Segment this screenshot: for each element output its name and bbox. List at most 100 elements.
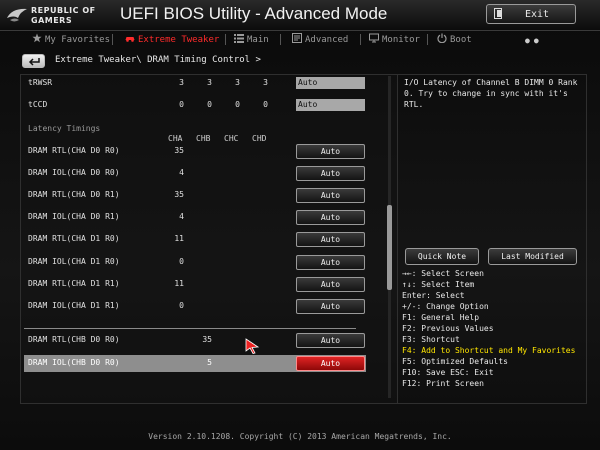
hotkey-item: F1: General Help [402, 313, 480, 322]
latency-row[interactable]: DRAM RTL(CHA D1 R1) 11 Auto [24, 276, 366, 293]
app-title: UEFI BIOS Utility - Advanced Mode [120, 4, 388, 23]
setting-label: DRAM IOL(CHB D0 R0) [28, 358, 120, 367]
value-cha: 35 [174, 190, 184, 199]
setting-label: DRAM IOL(CHA D0 R1) [28, 212, 120, 221]
value-cha: 0 [179, 301, 184, 310]
setting-label: DRAM IOL(CHA D1 R0) [28, 257, 120, 266]
help-description: I/O Latency of Channel B DIMM 0 Rank 0. … [404, 78, 578, 109]
setting-row-trwsr[interactable]: tRWSR 3 3 3 3 Auto [24, 75, 366, 92]
setting-input[interactable]: Auto [296, 77, 365, 89]
value-chc: 3 [235, 78, 240, 87]
auto-button[interactable]: Auto [296, 333, 365, 348]
value-chd: 0 [263, 100, 268, 109]
hotkey-item: →←: Select Screen [402, 269, 484, 278]
value-chb: 35 [202, 335, 212, 344]
tab-divider [225, 34, 226, 45]
tab-my-favorites[interactable]: My Favorites [32, 33, 110, 47]
brand-line1: REPUBLIC OF [31, 6, 96, 15]
back-arrow-icon [28, 58, 40, 66]
latency-row[interactable]: DRAM IOL(CHA D0 R1) 4 Auto [24, 209, 366, 226]
tab-divider [360, 34, 361, 45]
auto-button[interactable]: Auto [296, 277, 365, 292]
auto-button-active[interactable]: Auto [296, 356, 365, 371]
latency-row[interactable]: DRAM IOL(CHA D0 R0) 4 Auto [24, 165, 366, 182]
auto-button[interactable]: Auto [296, 144, 365, 159]
advanced-icon [292, 33, 302, 43]
column-header-cha: CHA [168, 134, 183, 143]
brand-line2: GAMERS [31, 16, 73, 25]
tab-monitor[interactable]: Monitor [369, 33, 420, 47]
value-chd: 3 [263, 78, 268, 87]
value-cha: 35 [174, 146, 184, 155]
latency-row[interactable]: DRAM IOL(CHA D1 R1) 0 Auto [24, 298, 366, 315]
section-divider [24, 328, 356, 329]
auto-button[interactable]: Auto [296, 232, 365, 247]
latency-row-selected[interactable]: DRAM IOL(CHB D0 R0) 5 Auto [24, 355, 366, 372]
power-icon [437, 33, 447, 43]
setting-row-tccd[interactable]: tCCD 0 0 0 0 Auto [24, 97, 366, 114]
value-chb: 5 [207, 358, 212, 367]
tab-label: My Favorites [45, 35, 111, 45]
setting-label: DRAM RTL(CHA D0 R0) [28, 146, 120, 155]
tab-advanced[interactable]: Advanced [292, 33, 348, 47]
tab-divider [427, 34, 428, 45]
rog-logo: REPUBLIC OF GAMERS [4, 3, 114, 27]
scrollbar-thumb[interactable] [387, 205, 392, 290]
back-button[interactable] [22, 54, 45, 68]
value-cha: 3 [179, 78, 184, 87]
tab-label: Main [247, 35, 269, 45]
auto-button[interactable]: Auto [296, 166, 365, 181]
hotkey-item: F3: Shortcut [402, 335, 460, 344]
bios-screen: REPUBLIC OF GAMERS UEFI BIOS Utility - A… [0, 0, 600, 450]
tab-extreme-tweaker[interactable]: Extreme Tweaker [125, 33, 219, 47]
value-cha: 0 [179, 100, 184, 109]
list-icon [234, 34, 244, 43]
section-heading: Latency Timings [28, 124, 101, 133]
column-header-chb: CHB [196, 134, 211, 143]
setting-label: DRAM RTL(CHA D0 R1) [28, 190, 120, 199]
tab-main[interactable]: Main [234, 33, 269, 47]
latency-row[interactable]: DRAM RTL(CHA D0 R1) 35 Auto [24, 187, 366, 204]
setting-input[interactable]: Auto [296, 99, 365, 111]
latency-row[interactable]: DRAM IOL(CHA D1 R0) 0 Auto [24, 254, 366, 271]
value-cha: 11 [174, 279, 184, 288]
setting-label: tCCD [28, 100, 48, 109]
auto-button[interactable]: Auto [296, 255, 365, 270]
tab-boot[interactable]: Boot [437, 33, 472, 47]
monitor-icon [369, 33, 379, 43]
setting-label: DRAM IOL(CHA D0 R0) [28, 168, 120, 177]
auto-button[interactable]: Auto [296, 188, 365, 203]
hotkey-item: ↑↓: Select Item [402, 280, 475, 289]
header-bar: REPUBLIC OF GAMERS UEFI BIOS Utility - A… [0, 0, 600, 31]
value-cha: 4 [179, 168, 184, 177]
rog-eye-icon [7, 8, 27, 22]
latency-row[interactable]: DRAM RTL(CHA D1 R0) 11 Auto [24, 231, 366, 248]
tab-divider [280, 34, 281, 45]
hotkey-item: +/-: Change Option [402, 302, 489, 311]
setting-label: tRWSR [28, 78, 53, 87]
tab-label: Monitor [382, 35, 420, 45]
car-icon [125, 37, 135, 42]
hotkey-list: →←: Select Screen ↑↓: Select Item Enter:… [402, 268, 592, 389]
exit-icon [494, 8, 502, 19]
hotkey-item: Enter: Select [402, 291, 465, 300]
tab-label: Boot [450, 35, 472, 45]
hotkey-item: F12: Print Screen [402, 379, 484, 388]
auto-button[interactable]: Auto [296, 299, 365, 314]
mouse-cursor-icon [245, 338, 260, 354]
value-cha: 0 [179, 257, 184, 266]
setting-label: DRAM RTL(CHB D0 R0) [28, 335, 120, 344]
value-chc: 0 [235, 100, 240, 109]
latency-row[interactable]: DRAM RTL(CHA D0 R0) 35 Auto [24, 143, 366, 160]
setting-label: DRAM RTL(CHA D1 R0) [28, 234, 120, 243]
quick-note-button[interactable]: Quick Note [405, 248, 479, 265]
last-modified-button[interactable]: Last Modified [488, 248, 577, 265]
exit-label: Exit [525, 9, 550, 20]
tab-divider [112, 34, 113, 45]
exit-button[interactable]: Exit [486, 4, 576, 24]
auto-button[interactable]: Auto [296, 210, 365, 225]
latency-row[interactable]: DRAM RTL(CHB D0 R0) 35 Auto [24, 332, 366, 349]
value-cha: 11 [174, 234, 184, 243]
hotkey-item: F10: Save ESC: Exit [402, 368, 494, 377]
hotkey-item: F2: Previous Values [402, 324, 494, 333]
